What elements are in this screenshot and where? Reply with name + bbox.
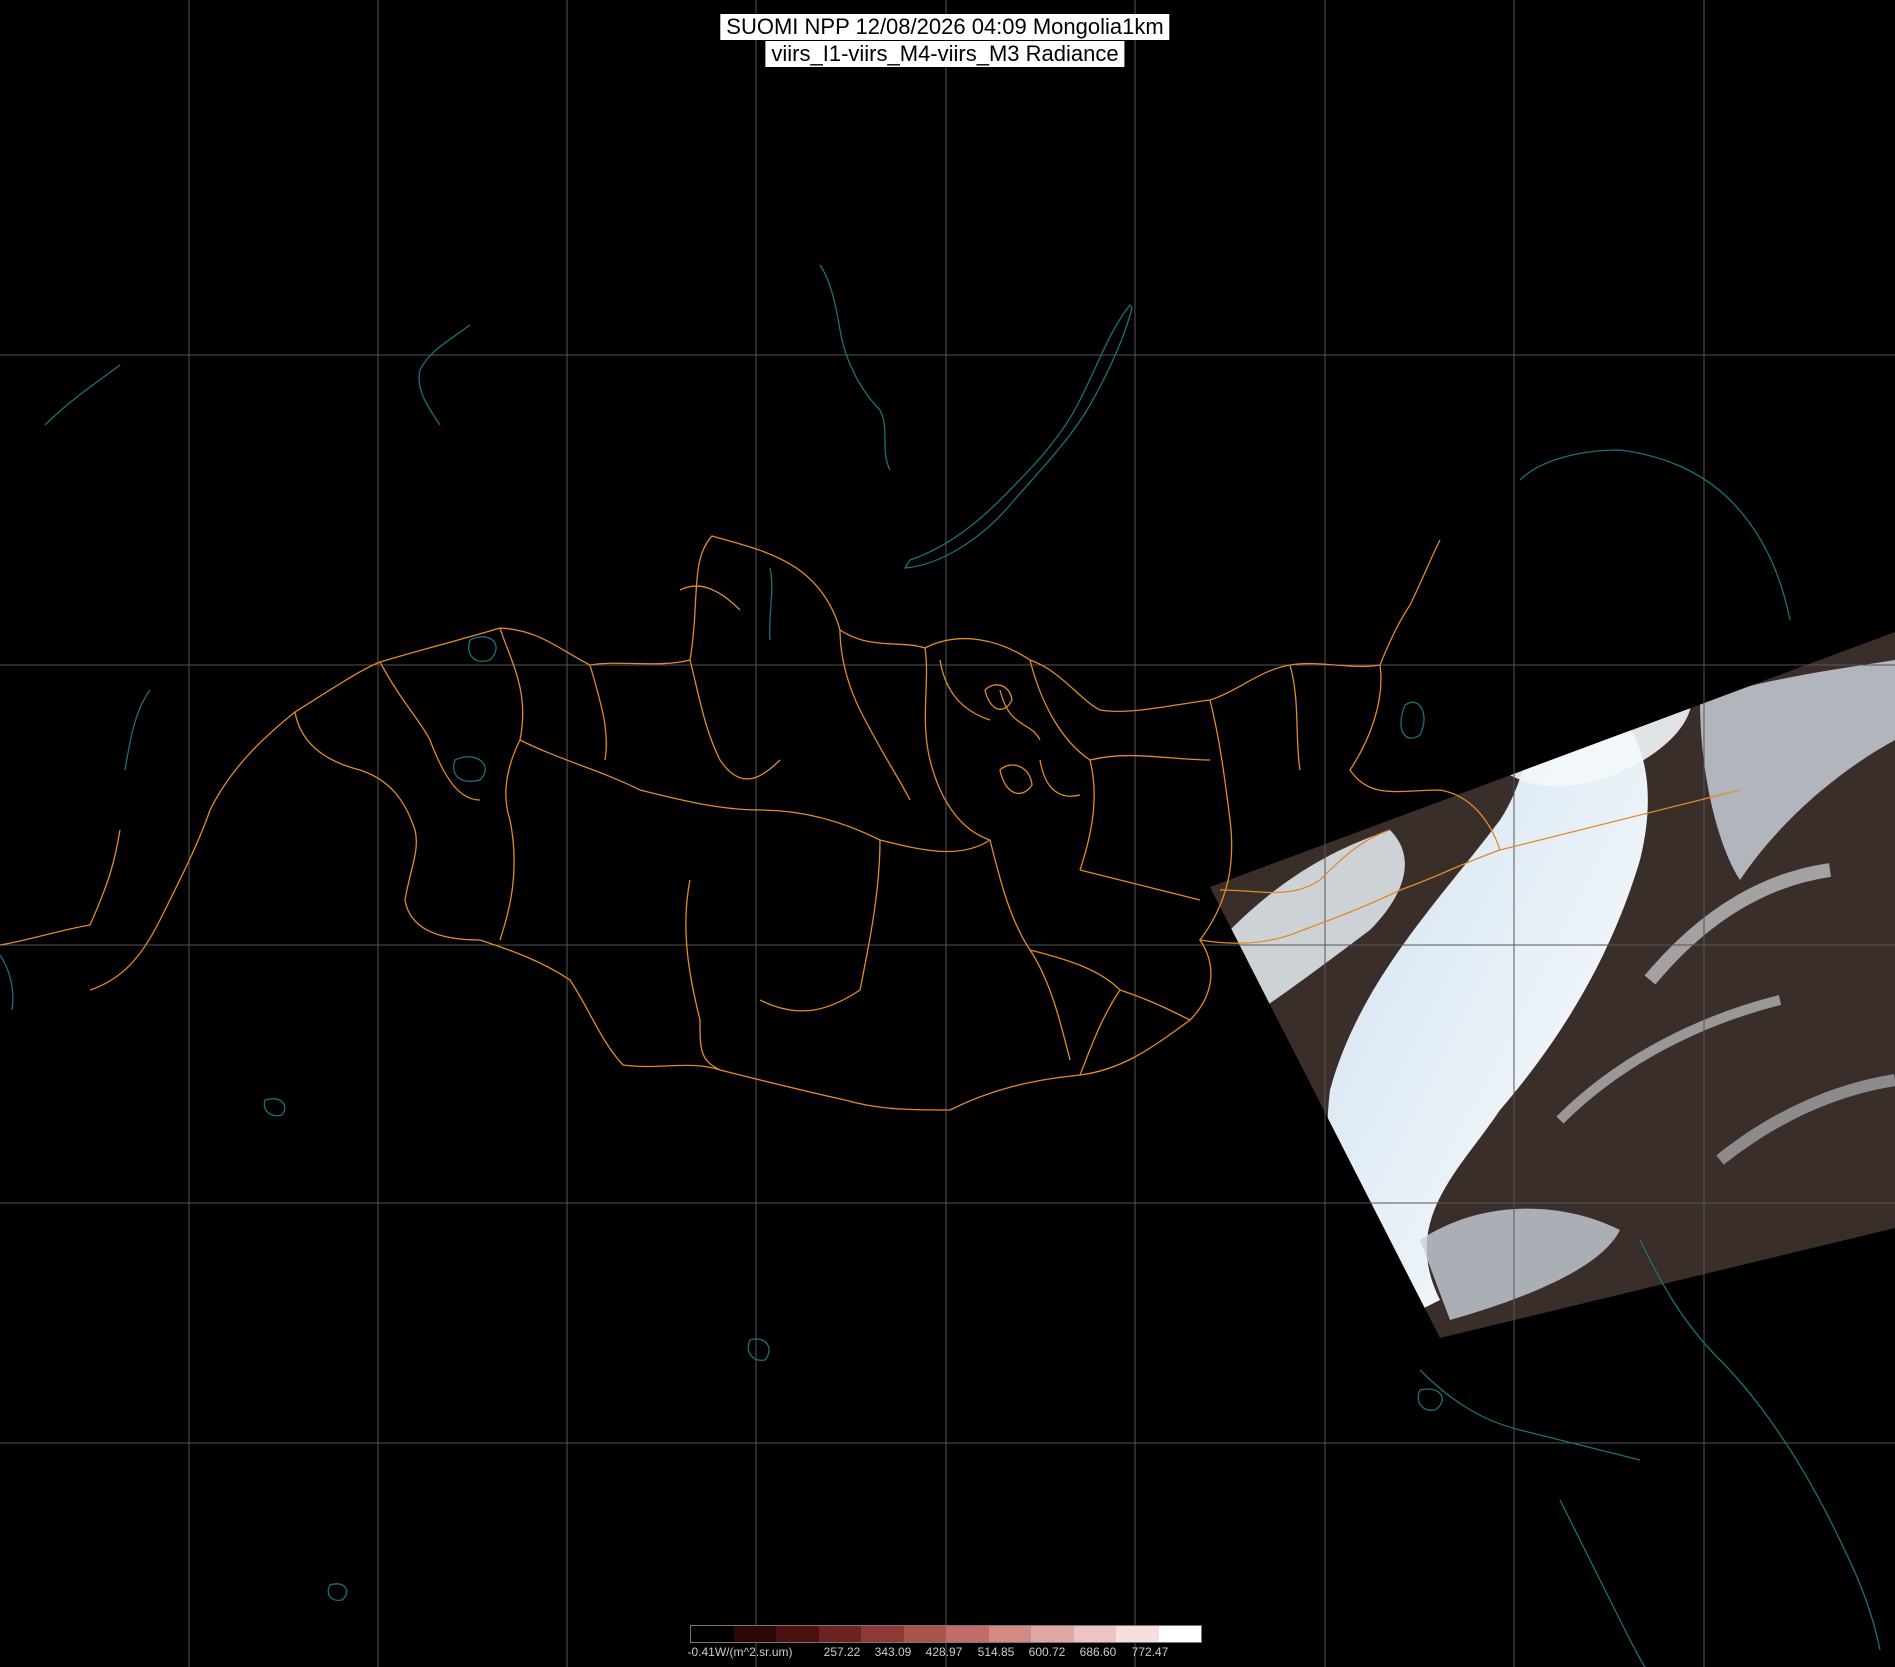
province-7 xyxy=(1029,659,1095,871)
province-3 xyxy=(589,664,607,761)
province-1 xyxy=(379,661,481,801)
river-sw xyxy=(124,689,151,771)
province-18 xyxy=(1079,989,1121,1076)
province-9 xyxy=(519,739,761,811)
province-13 xyxy=(759,839,881,1012)
lake-khar xyxy=(453,756,486,782)
lake-small-1 xyxy=(747,1338,770,1361)
river-yenisei xyxy=(819,264,891,471)
coast-bohai xyxy=(1419,1369,1641,1461)
colorbar-swatch xyxy=(988,1626,1031,1642)
province-11 xyxy=(759,809,991,853)
inner-capital-1 xyxy=(984,684,1013,710)
lake-small-3 xyxy=(327,1583,348,1601)
province-19 xyxy=(1289,664,1301,771)
lake-baikal xyxy=(903,303,1133,569)
river-west xyxy=(418,324,471,426)
colorbar-swatch xyxy=(1031,1626,1074,1642)
lake-uvs xyxy=(468,636,497,662)
province-6 xyxy=(924,647,991,841)
coast-korea xyxy=(1639,1239,1881,1651)
border-kazakh xyxy=(89,711,296,991)
province-5 xyxy=(839,629,911,801)
colorbar-label: 257.22 xyxy=(823,1645,861,1659)
lake-khanka xyxy=(1400,701,1425,739)
colorbar-swatch xyxy=(776,1626,819,1642)
colorbar xyxy=(690,1625,1202,1643)
colorbar-swatch xyxy=(946,1626,989,1642)
border-west xyxy=(0,829,121,946)
river-amur xyxy=(1519,449,1791,621)
colorbar-label: 772.47 xyxy=(1131,1645,1169,1659)
lake-small-2 xyxy=(263,1098,286,1117)
colorbar-swatch xyxy=(691,1626,734,1642)
colorbar-swatch xyxy=(1158,1626,1201,1642)
colorbar-label: 343.09 xyxy=(874,1645,912,1659)
province-2 xyxy=(499,627,524,821)
colorbar-label: 600.72 xyxy=(1028,1645,1066,1659)
colorbar-label: -0.41W/(m^2.sr.um) xyxy=(687,1645,793,1659)
colorbar-swatch xyxy=(1073,1626,1116,1642)
province-23 xyxy=(679,585,741,611)
lake-small-4 xyxy=(1417,1388,1443,1411)
colorbar-swatch xyxy=(818,1626,861,1642)
province-16 xyxy=(1089,754,1211,761)
river-west-2 xyxy=(0,954,14,1011)
colorbar-label: 428.97 xyxy=(925,1645,963,1659)
province-22 xyxy=(1039,759,1081,797)
satellite-map xyxy=(0,0,1895,1667)
lake-west xyxy=(44,364,121,426)
colorbar-swatch xyxy=(861,1626,904,1642)
coast-yellow-sea xyxy=(1559,1499,1646,1667)
province-4 xyxy=(689,659,781,780)
colorbar-swatch xyxy=(903,1626,946,1642)
map-title-line1: SUOMI NPP 12/08/2026 04:09 Mongolia1km xyxy=(720,14,1170,40)
province-10 xyxy=(499,819,515,941)
colorbar-label: 686.60 xyxy=(1079,1645,1117,1659)
inner-capital-2 xyxy=(999,764,1033,795)
colorbar-label: 514.85 xyxy=(977,1645,1015,1659)
border-china-north xyxy=(1379,539,1441,666)
province-12 xyxy=(685,879,721,1071)
colorbar-labels: -0.41W/(m^2.sr.um) 257.22 343.09 428.97 … xyxy=(687,1645,1202,1661)
colorbar-swatch xyxy=(733,1626,776,1642)
colorbar-swatch xyxy=(1116,1626,1159,1642)
province-21 xyxy=(999,689,1041,741)
map-title-line2: viirs_I1-viirs_M4-viirs_M3 Radiance xyxy=(765,41,1125,67)
province-15 xyxy=(1079,869,1201,901)
lake-north-mongolia xyxy=(768,567,773,641)
province-17 xyxy=(1029,949,1191,1021)
province-20 xyxy=(939,659,991,721)
satellite-swath xyxy=(1210,632,1895,1338)
